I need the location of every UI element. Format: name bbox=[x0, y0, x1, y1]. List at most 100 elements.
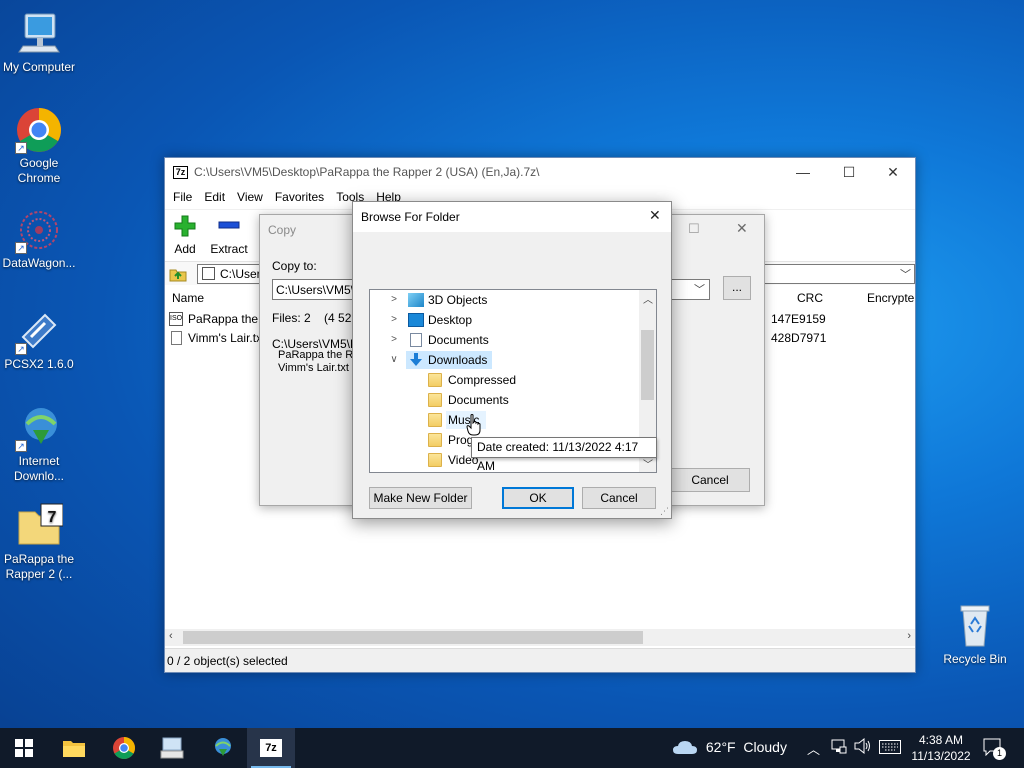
status-bar: 0 / 2 object(s) selected bbox=[165, 648, 915, 672]
folder-up-icon[interactable] bbox=[169, 265, 187, 286]
chevron-down-icon[interactable]: ∨ bbox=[388, 350, 400, 370]
clock-time: 4:38 AM bbox=[918, 733, 964, 747]
maximize-button[interactable]: ☐ bbox=[688, 221, 700, 237]
notification-center-icon[interactable]: 1 bbox=[983, 738, 1006, 760]
scrollbar-thumb[interactable] bbox=[641, 330, 654, 400]
menu-favorites[interactable]: Favorites bbox=[269, 187, 330, 207]
desktop-icon-datawagon[interactable]: ↗ DataWagon... bbox=[0, 206, 78, 271]
desktop-icon-google-chrome[interactable]: ↗ Google Chrome bbox=[0, 106, 78, 186]
minus-icon bbox=[205, 212, 253, 242]
chevron-right-icon[interactable]: > bbox=[388, 310, 400, 330]
minimize-button[interactable]: — bbox=[780, 158, 826, 187]
source-file-1: PaRappa the R bbox=[278, 349, 354, 361]
window-title: C:\Users\VM5\Desktop\PaRappa the Rapper … bbox=[194, 165, 540, 179]
tree-item-3d-objects[interactable]: > 3D Objects bbox=[388, 290, 638, 310]
computer-icon bbox=[15, 10, 63, 58]
desktop-icon-label: My Computer bbox=[2, 60, 76, 74]
tree-item-downloads-documents[interactable]: Documents bbox=[428, 390, 628, 410]
column-encrypted[interactable]: Encrypte bbox=[867, 291, 914, 305]
cancel-button[interactable]: Cancel bbox=[582, 487, 656, 509]
chevron-down-icon[interactable]: ﹀ bbox=[694, 281, 705, 297]
menu-view[interactable]: View bbox=[231, 187, 269, 207]
maximize-button[interactable]: ☐ bbox=[826, 158, 872, 187]
taskbar-chrome[interactable] bbox=[100, 728, 148, 768]
chrome-icon bbox=[113, 737, 135, 759]
svg-text:7: 7 bbox=[48, 509, 57, 526]
desktop-icon-my-computer[interactable]: My Computer bbox=[0, 10, 78, 75]
windows-logo-icon bbox=[15, 739, 33, 757]
archive-file-icon: ISO bbox=[169, 312, 183, 326]
archive-small-icon bbox=[202, 267, 215, 280]
desktop-icon-label: Internet Downlo... bbox=[13, 454, 65, 483]
ok-button[interactable]: OK bbox=[502, 487, 574, 509]
keyboard-computer-icon bbox=[160, 737, 184, 759]
browse-for-folder-dialog[interactable]: Browse For Folder ✕ > 3D Objects > Deskt… bbox=[352, 201, 672, 519]
taskbar-computer-app[interactable] bbox=[148, 728, 196, 768]
notification-count-badge: 1 bbox=[993, 747, 1006, 760]
datawagon-icon: ↗ bbox=[15, 206, 63, 254]
desktop-icon-label: PCSX2 1.6.0 bbox=[4, 357, 74, 371]
3d-objects-icon bbox=[408, 293, 424, 307]
tree-item-desktop[interactable]: > Desktop bbox=[388, 310, 638, 330]
scroll-right-icon[interactable]: › bbox=[907, 630, 911, 642]
cancel-button[interactable]: Cancel bbox=[670, 468, 750, 492]
tree-item-documents[interactable]: > Documents bbox=[388, 330, 638, 350]
start-button[interactable] bbox=[0, 728, 48, 768]
tree-item-downloads[interactable]: ∨ Downloads bbox=[388, 350, 638, 370]
scroll-up-icon[interactable]: ︿ bbox=[643, 291, 653, 306]
shortcut-arrow-icon: ↗ bbox=[15, 343, 27, 355]
taskbar-internet-download-manager[interactable] bbox=[198, 728, 246, 768]
chrome-icon: ↗ bbox=[15, 106, 63, 154]
network-icon[interactable] bbox=[831, 738, 847, 757]
7z-app-icon: 7z bbox=[260, 739, 282, 757]
clock[interactable]: 4:38 AM 11/13/2022 bbox=[908, 732, 974, 764]
menu-edit[interactable]: Edit bbox=[198, 187, 231, 207]
text-file-icon bbox=[171, 331, 182, 345]
desktop-icon-label: DataWagon... bbox=[2, 256, 76, 270]
tree-item-compressed[interactable]: Compressed bbox=[428, 370, 628, 390]
chevron-right-icon[interactable]: > bbox=[388, 290, 400, 310]
download-arrow-icon bbox=[408, 353, 424, 367]
desktop-icon-recycle-bin[interactable]: Recycle Bin bbox=[936, 602, 1014, 667]
desktop-icon-label: Google Chrome bbox=[17, 156, 61, 185]
close-button[interactable]: ✕ bbox=[649, 207, 661, 224]
extract-button[interactable]: Extract bbox=[205, 212, 253, 256]
title-bar[interactable]: 7z C:\Users\VM5\Desktop\PaRappa the Rapp… bbox=[165, 158, 915, 187]
desktop-icon-pcsx2[interactable]: ↗ PCSX2 1.6.0 bbox=[0, 307, 78, 372]
keyboard-icon[interactable] bbox=[879, 740, 901, 757]
horizontal-scrollbar[interactable]: ‹ › bbox=[165, 629, 915, 646]
scroll-left-icon[interactable]: ‹ bbox=[169, 630, 173, 642]
scrollbar-thumb[interactable] bbox=[183, 631, 643, 644]
date-created-tooltip: Date created: 11/13/2022 4:17 AM bbox=[471, 437, 657, 473]
resize-grip-icon[interactable]: ⋰ bbox=[660, 506, 669, 517]
desktop-icon-parappa-archive[interactable]: 7 PaRappa the Rapper 2 (... bbox=[0, 502, 78, 582]
chevron-down-icon[interactable]: ﹀ bbox=[900, 266, 911, 282]
browse-dialog-title: Browse For Folder bbox=[361, 210, 460, 224]
menu-file[interactable]: File bbox=[167, 187, 198, 207]
browse-button[interactable]: ... bbox=[723, 276, 751, 300]
column-name[interactable]: Name bbox=[172, 291, 204, 305]
7z-archive-icon: 7 bbox=[15, 502, 64, 550]
weather-widget[interactable]: 62°F Cloudy bbox=[672, 739, 787, 755]
desktop-icon-internet-download-manager[interactable]: ↗ Internet Downlo... bbox=[0, 404, 78, 484]
hand-cursor-icon bbox=[466, 414, 482, 439]
tree-item-music[interactable]: Music bbox=[428, 410, 628, 430]
make-new-folder-button[interactable]: Make New Folder bbox=[369, 487, 472, 509]
column-crc[interactable]: CRC bbox=[797, 291, 823, 305]
desktop-icon-label: Recycle Bin bbox=[943, 652, 1007, 666]
close-button[interactable]: ✕ bbox=[870, 158, 916, 187]
chevron-right-icon[interactable]: > bbox=[388, 330, 400, 350]
volume-icon[interactable] bbox=[854, 737, 872, 757]
7z-app-icon: 7z bbox=[173, 166, 188, 179]
copy-dialog-title: Copy bbox=[268, 223, 297, 237]
taskbar-7zip[interactable]: 7z bbox=[247, 728, 295, 768]
idm-icon: ↗ bbox=[15, 404, 63, 452]
folder-icon bbox=[428, 393, 442, 407]
files-info: Files: 2 (4 522 bbox=[272, 311, 359, 325]
show-hidden-icons-chevron-up-icon[interactable]: ︿ bbox=[807, 739, 820, 758]
close-button[interactable]: ✕ bbox=[736, 220, 748, 237]
desktop-icon-label: PaRappa the Rapper 2 (... bbox=[3, 552, 75, 581]
taskbar-file-explorer[interactable] bbox=[50, 728, 98, 768]
add-button[interactable]: Add bbox=[161, 212, 209, 256]
scroll-down-icon[interactable]: ﹀ bbox=[643, 456, 653, 471]
